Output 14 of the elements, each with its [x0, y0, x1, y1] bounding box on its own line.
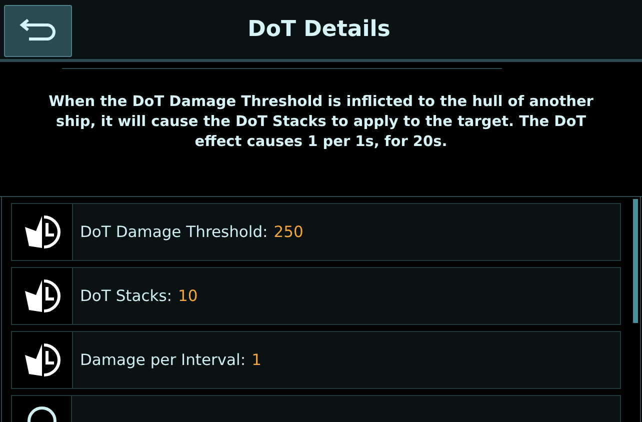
stat-value: 1	[252, 351, 262, 369]
back-arrow-icon	[19, 18, 57, 42]
stat-label: DoT Stacks:	[80, 287, 172, 305]
dot-damage-icon	[23, 277, 61, 315]
description-text: When the DoT Damage Threshold is inflicted to the hull of another ship, it will cause the DoT Stacks to apply to the target. The DoT effect causes 1 per 1s, for 20s.	[48, 93, 594, 152]
scrollbar[interactable]	[633, 199, 638, 323]
stat-label: Damage per Interval:	[80, 351, 246, 369]
dot-damage-icon	[23, 341, 61, 379]
back-button[interactable]	[4, 4, 72, 56]
stat-value: 250	[274, 223, 304, 241]
stat-value: 10	[178, 287, 198, 305]
stat-label: DoT Damage Threshold:	[80, 223, 268, 241]
page-title: DoT Details	[246, 17, 392, 42]
dot-damage-icon	[23, 213, 61, 251]
